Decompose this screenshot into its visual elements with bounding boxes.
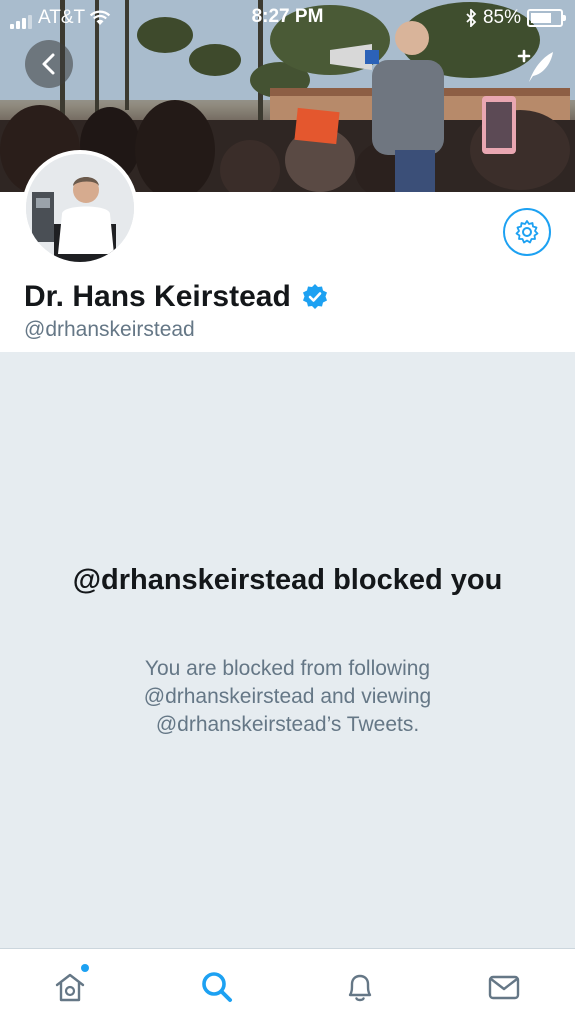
profile-settings-button[interactable] (503, 208, 551, 256)
compose-tweet-button[interactable] (515, 46, 557, 86)
battery-icon (527, 9, 566, 27)
compose-feather-icon (517, 49, 553, 82)
profile-handle: @drhanskeirstead (24, 318, 195, 341)
blocked-description: You are blocked from following @drhanske… (143, 657, 432, 736)
home-icon (55, 973, 85, 1002)
verified-badge-icon (302, 284, 327, 309)
bell-icon (348, 974, 372, 1002)
profile-avatar[interactable] (22, 150, 138, 266)
gear-icon (515, 220, 539, 244)
battery-percentage: 85% (482, 7, 521, 28)
bottom-tab-bar (0, 948, 575, 1025)
tab-messages[interactable] (484, 967, 524, 1007)
tab-home[interactable] (50, 964, 90, 1007)
status-bar: AT&T 8:27 PM 85% (0, 0, 575, 34)
blocked-notice: @drhanskeirstead blocked you You are blo… (0, 352, 575, 948)
profile-name-row: Dr. Hans Keirstead (24, 280, 329, 314)
home-notification-dot (81, 964, 89, 972)
blocked-title: @drhanskeirstead blocked you (72, 564, 503, 596)
back-button[interactable] (25, 40, 73, 88)
avatar-image (26, 154, 134, 262)
mail-icon (488, 975, 520, 1000)
tab-search[interactable] (197, 967, 237, 1007)
search-icon (202, 972, 232, 1002)
bluetooth-icon (466, 9, 477, 27)
tab-notifications[interactable] (340, 967, 380, 1007)
profile-name: Dr. Hans Keirstead (24, 280, 291, 313)
chevron-left-icon (42, 53, 55, 75)
